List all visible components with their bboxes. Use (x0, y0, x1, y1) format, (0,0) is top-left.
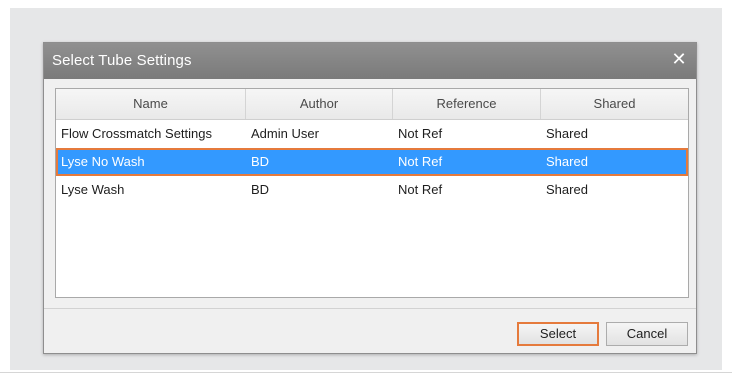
cell-reference: Not Ref (398, 182, 443, 197)
grid-header: Name Author Reference Shared (56, 89, 688, 120)
bottom-divider (0, 372, 732, 373)
close-icon: ✕ (671, 49, 687, 69)
table-row-selected[interactable]: Lyse No Wash BD Not Ref Shared (56, 148, 688, 176)
cell-author: BD (251, 154, 270, 169)
cell-name: Lyse No Wash (61, 154, 145, 169)
cell-reference: Not Ref (398, 154, 443, 169)
footer-divider (44, 308, 696, 309)
dialog-title: Select Tube Settings (52, 52, 192, 69)
cell-author: Admin User (251, 126, 319, 141)
cell-shared: Shared (546, 182, 588, 197)
cell-name: Flow Crossmatch Settings (61, 126, 212, 141)
column-header-author[interactable]: Author (246, 89, 393, 119)
table-row[interactable]: Lyse Wash BD Not Ref Shared (56, 176, 688, 204)
cell-name: Lyse Wash (61, 182, 125, 197)
column-header-name[interactable]: Name (56, 89, 246, 119)
cell-reference: Not Ref (398, 126, 443, 141)
cell-author: BD (251, 182, 270, 197)
column-header-reference[interactable]: Reference (393, 89, 541, 119)
column-header-shared[interactable]: Shared (541, 89, 688, 119)
select-button[interactable]: Select (517, 322, 599, 346)
cell-shared: Shared (546, 126, 588, 141)
close-button[interactable]: ✕ (668, 48, 690, 70)
select-tube-settings-dialog: Select Tube Settings ✕ Name Author Refer… (43, 42, 697, 354)
dialog-titlebar[interactable]: Select Tube Settings ✕ (44, 43, 696, 79)
table-row[interactable]: Flow Crossmatch Settings Admin User Not … (56, 120, 688, 148)
tube-settings-grid: Name Author Reference Shared Flow Crossm… (55, 88, 689, 298)
cancel-button[interactable]: Cancel (606, 322, 688, 346)
cell-shared: Shared (546, 154, 588, 169)
